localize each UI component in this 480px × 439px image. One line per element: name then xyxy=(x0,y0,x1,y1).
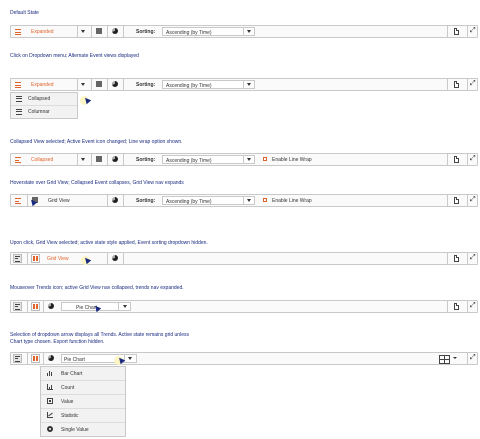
line-wrap-label: Enable Line Wrap xyxy=(272,157,312,163)
grid-view-pill[interactable] xyxy=(31,254,40,263)
events-icon xyxy=(15,304,20,311)
fullscreen-icon[interactable]: ⤢ xyxy=(470,27,476,34)
caption-dropdown: Click on Dropdown menu; Alternate Event … xyxy=(10,53,139,59)
bar-chart-icon xyxy=(47,370,53,376)
menu-item-value[interactable]: Value xyxy=(41,395,125,409)
grid-view-pill[interactable] xyxy=(31,302,40,311)
columnar-icon xyxy=(16,109,22,116)
sorting-value: Ascending (by Time) xyxy=(166,158,212,164)
fullscreen-icon[interactable]: ⤢ xyxy=(470,155,476,162)
events-pill[interactable] xyxy=(13,302,22,311)
menu-item-statistic[interactable]: Statistic xyxy=(41,409,125,423)
layout-toggle-icon[interactable] xyxy=(439,355,450,364)
grid-view-icon xyxy=(33,256,38,261)
menu-item-collapsed[interactable]: Collapsed xyxy=(11,93,77,106)
statistic-icon xyxy=(47,412,53,418)
sorting-value: Ascending (by Time) xyxy=(166,30,212,36)
sorting-select[interactable]: Ascending (by Time) xyxy=(162,27,255,36)
fullscreen-icon[interactable]: ⤢ xyxy=(470,354,476,361)
caption-default-state: Default State xyxy=(10,10,39,16)
line-wrap-checkbox[interactable] xyxy=(263,157,267,161)
trends-pie-icon[interactable] xyxy=(112,197,118,203)
grid-view-icon xyxy=(33,356,38,361)
line-wrap-checkbox[interactable] xyxy=(263,198,267,202)
trends-value: Pie Chart xyxy=(64,357,85,363)
view-dropdown-arrow[interactable] xyxy=(81,83,85,86)
fullscreen-icon[interactable]: ⤢ xyxy=(470,196,476,203)
export-icon[interactable] xyxy=(454,197,459,204)
sorting-label: Sorting: xyxy=(136,157,156,163)
export-icon[interactable] xyxy=(454,303,459,310)
events-icon xyxy=(15,256,20,263)
caption-grid-selected: Upon click, Grid View selected; active s… xyxy=(10,240,208,246)
fullscreen-icon[interactable]: ⤢ xyxy=(470,254,476,261)
sorting-label: Sorting: xyxy=(136,82,156,88)
event-view-menu: Collapsed Columnar xyxy=(10,92,78,119)
hamburger-icon[interactable] xyxy=(15,82,21,90)
toolbar-trends-hover: Pie Chart ⤢ xyxy=(10,300,478,313)
toolbar-dropdown-open: Expanded Sorting: Ascending (by Time) ⤢ xyxy=(10,78,478,91)
count-icon xyxy=(47,384,53,390)
trends-pie-icon[interactable] xyxy=(48,303,54,309)
view-label: Expanded xyxy=(31,82,54,88)
caption-trends-dropdown-2: Chart type chosen. Export function hidde… xyxy=(10,339,105,345)
trends-pie-icon[interactable] xyxy=(112,81,118,87)
menu-item-bar-chart[interactable]: Bar Chart xyxy=(41,367,125,381)
menu-item-columnar[interactable]: Columnar xyxy=(11,106,77,118)
grid-view-icon[interactable] xyxy=(96,156,102,162)
collapsed-icon xyxy=(16,96,22,103)
toolbar-hover-grid: Grid View Sorting: Ascending (by Time) E… xyxy=(10,194,478,207)
sorting-select[interactable]: Ascending (by Time) xyxy=(162,80,255,89)
view-dropdown-arrow[interactable] xyxy=(81,158,85,161)
toolbar-collapsed: Collapsed Sorting: Ascending (by Time) E… xyxy=(10,153,478,166)
sorting-select[interactable]: Ascending (by Time) xyxy=(162,196,255,205)
grid-view-label[interactable]: Grid View xyxy=(48,198,70,204)
trends-select[interactable]: Pie Chart xyxy=(61,354,137,363)
trends-pie-icon[interactable] xyxy=(112,255,118,261)
trends-pie-icon[interactable] xyxy=(48,355,54,361)
grid-view-icon[interactable] xyxy=(96,28,102,34)
sorting-label: Sorting: xyxy=(136,29,156,35)
grid-view-pill[interactable] xyxy=(31,354,40,363)
export-icon[interactable] xyxy=(454,255,459,262)
view-label: Expanded xyxy=(31,29,54,35)
caption-trends-hover: Mouseover Trends icon; active Grid View … xyxy=(10,285,184,291)
line-wrap-label: Enable Line Wrap xyxy=(272,198,312,204)
single-value-icon xyxy=(47,426,53,432)
toolbar-trends-dropdown: Pie Chart ⤢ xyxy=(10,352,478,365)
trends-menu: Bar Chart Count Value Statistic Single V… xyxy=(40,366,126,437)
export-icon[interactable] xyxy=(454,81,459,88)
events-pill[interactable] xyxy=(13,254,22,263)
grid-view-icon xyxy=(33,304,38,309)
export-icon[interactable] xyxy=(454,156,459,163)
caption-hover-grid: Hoverstate over Grid View; Collapsed Eve… xyxy=(10,180,184,186)
trends-pie-icon[interactable] xyxy=(112,156,118,162)
caption-collapsed: Collapsed View selected; Active Event ic… xyxy=(10,139,183,145)
export-icon[interactable] xyxy=(454,28,459,35)
value-icon xyxy=(47,398,53,404)
grid-view-icon[interactable] xyxy=(96,81,102,87)
view-dropdown-arrow[interactable] xyxy=(81,30,85,33)
caption-trends-dropdown-1: Selection of dropdown arrow displays all… xyxy=(10,332,189,338)
hamburger-icon[interactable] xyxy=(15,198,21,206)
view-label: Collapsed xyxy=(31,157,54,163)
trends-pie-icon[interactable] xyxy=(112,28,118,34)
sorting-label: Sorting: xyxy=(136,198,156,204)
hamburger-icon[interactable] xyxy=(15,29,21,37)
grid-view-label: Grid View xyxy=(47,256,69,262)
sorting-select[interactable]: Ascending (by Time) xyxy=(162,155,255,164)
fullscreen-icon[interactable]: ⤢ xyxy=(470,302,476,309)
events-pill[interactable] xyxy=(13,354,22,363)
sorting-value: Ascending (by Time) xyxy=(166,83,212,89)
menu-item-single-value[interactable]: Single Value xyxy=(41,423,125,436)
fullscreen-icon[interactable]: ⤢ xyxy=(470,80,476,87)
hamburger-icon[interactable] xyxy=(15,157,21,165)
menu-item-count[interactable]: Count xyxy=(41,381,125,395)
events-icon xyxy=(15,356,20,363)
sorting-value: Ascending (by Time) xyxy=(166,199,212,205)
toolbar-default: Expanded Sorting: Ascending (by Time) ⤢ xyxy=(10,25,478,38)
